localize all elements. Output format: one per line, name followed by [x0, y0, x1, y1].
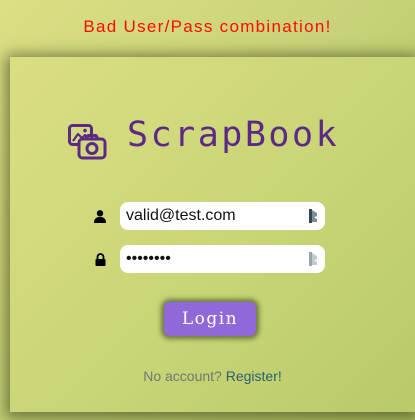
- password-input[interactable]: [126, 250, 304, 268]
- username-row: [93, 202, 325, 230]
- login-card: ScrapBook valid@test.com •••••••• Login …: [10, 57, 415, 412]
- no-account-text: No account?: [143, 368, 222, 384]
- user-icon: [93, 208, 107, 224]
- username-input[interactable]: [126, 207, 304, 225]
- brand-name: ScrapBook: [127, 115, 340, 155]
- lock-icon: [93, 251, 107, 267]
- username-field[interactable]: [120, 202, 325, 230]
- password-manager-icon[interactable]: [309, 252, 319, 266]
- login-button[interactable]: Login: [164, 302, 256, 336]
- password-manager-icon[interactable]: [309, 209, 319, 223]
- photos-camera-icon: [68, 124, 107, 160]
- register-prompt: No account? Register!: [10, 368, 415, 384]
- password-row: [93, 245, 325, 273]
- password-field[interactable]: [120, 245, 325, 273]
- register-link[interactable]: Register!: [226, 368, 282, 384]
- error-message: Bad User/Pass combination!: [83, 17, 332, 36]
